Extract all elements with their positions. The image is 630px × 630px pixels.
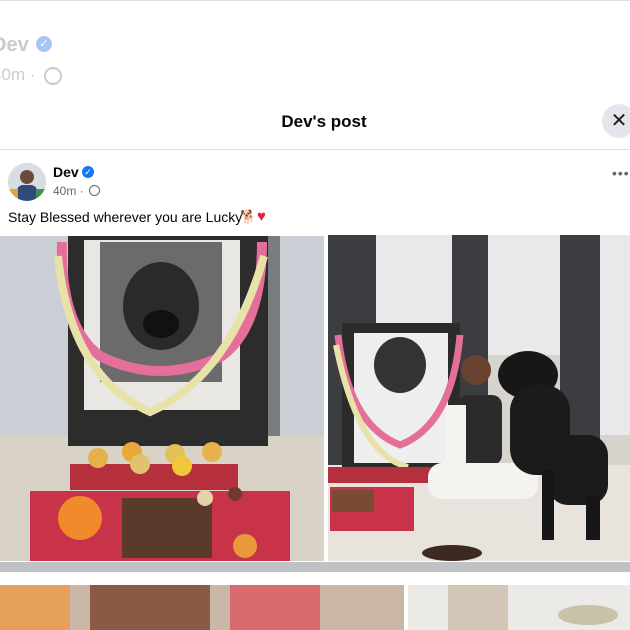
offerings-photo-image <box>0 585 404 630</box>
background-post-time[interactable]: 40m · <box>0 65 35 85</box>
author-avatar[interactable] <box>8 163 46 201</box>
post-dialog: Dev's post ✕ Dev ✓ 40m · ••• Stay Blesse… <box>0 95 630 630</box>
dog-icon: 🐕 <box>240 209 257 224</box>
dialog-title: Dev's post <box>281 112 367 131</box>
room-photo-image <box>408 585 630 630</box>
verified-badge-icon: ✓ <box>82 166 94 178</box>
memorial-photo-image <box>0 236 324 561</box>
avatar-image <box>8 163 46 201</box>
post-caption: Stay Blessed wherever you are Lucky <box>8 209 243 225</box>
post-photo-3[interactable] <box>0 585 404 630</box>
man-with-dog-image <box>328 235 630 561</box>
globe-icon <box>44 67 62 85</box>
verified-badge-icon: ✓ <box>36 36 52 52</box>
close-button[interactable]: ✕ <box>602 104 630 138</box>
post-timestamp[interactable]: 40m · <box>53 184 84 198</box>
more-options-button[interactable]: ••• <box>612 165 630 181</box>
heart-icon: ♥ <box>257 208 266 225</box>
post-author-name[interactable]: Dev <box>53 164 79 180</box>
close-icon: ✕ <box>610 110 628 132</box>
background-author-name[interactable]: Dev <box>0 34 29 57</box>
background-post-header: Dev ✓ 40m · <box>0 0 630 97</box>
post-photo-1[interactable] <box>0 236 324 561</box>
post-photo-2[interactable] <box>328 235 630 561</box>
gallery-divider <box>0 562 630 572</box>
globe-icon <box>89 185 100 196</box>
dialog-header: Dev's post ✕ <box>0 95 630 150</box>
post-photo-4[interactable] <box>408 585 630 630</box>
